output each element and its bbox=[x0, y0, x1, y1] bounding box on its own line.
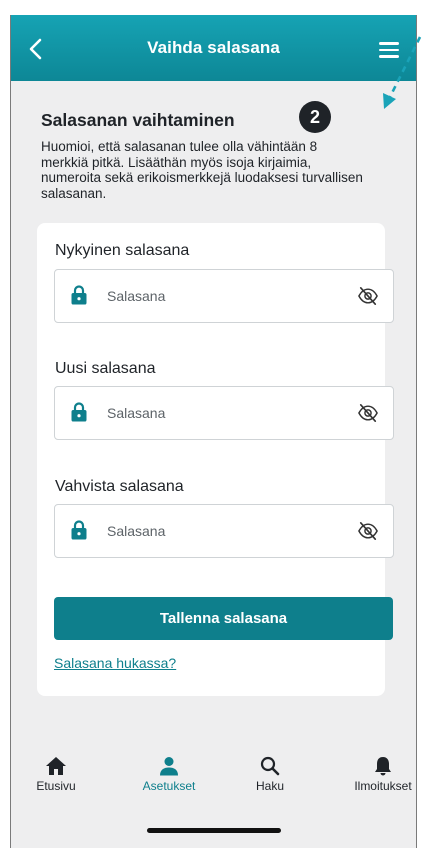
info-line: merkkiä pitkä. Lisääthän myös isoja kirj… bbox=[41, 154, 312, 170]
app-header: Vaihda salasana bbox=[11, 15, 416, 81]
password-info-text: Huomioi, että salasanan tulee olla vähin… bbox=[41, 139, 386, 201]
confirm-password-field[interactable] bbox=[54, 504, 394, 558]
tab-asetukset[interactable]: Asetukset bbox=[127, 756, 211, 793]
lock-icon bbox=[71, 402, 87, 422]
phone-screen: Vaihda salasana Salasanan vaihtaminen 2 … bbox=[10, 15, 417, 848]
tab-haku[interactable]: Haku bbox=[228, 756, 312, 793]
tab-label: Etusivu bbox=[36, 779, 76, 793]
new-password-field[interactable] bbox=[54, 386, 394, 440]
current-password-label: Nykyinen salasana bbox=[55, 242, 190, 259]
confirm-password-input[interactable] bbox=[107, 521, 337, 541]
tab-etusivu[interactable]: Etusivu bbox=[14, 756, 98, 793]
new-password-label: Uusi salasana bbox=[55, 360, 156, 377]
tab-label: Haku bbox=[255, 779, 284, 793]
section-title: Salasanan vaihtaminen bbox=[41, 110, 235, 130]
info-line: salasanan. bbox=[41, 185, 107, 201]
lock-icon bbox=[71, 285, 87, 305]
lock-icon bbox=[71, 520, 87, 540]
search-icon bbox=[260, 756, 280, 776]
user-icon bbox=[160, 757, 178, 776]
password-form-card: Nykyinen salasana Uusi salasana Vahvista… bbox=[37, 223, 394, 696]
tab-label: Ilmoitukset bbox=[354, 779, 412, 793]
current-password-field[interactable] bbox=[54, 269, 394, 323]
info-line: Huomioi, että salasanan tulee olla vähin… bbox=[41, 139, 318, 154]
info-line: numeroita sekä erikoismerkkejä luodakses… bbox=[41, 170, 363, 185]
eye-off-icon[interactable] bbox=[357, 521, 379, 541]
current-password-input[interactable] bbox=[107, 286, 337, 306]
home-icon bbox=[46, 757, 66, 775]
eye-off-icon[interactable] bbox=[357, 403, 379, 423]
home-indicator bbox=[147, 828, 281, 833]
tab-label: Asetukset bbox=[142, 779, 196, 793]
new-password-input[interactable] bbox=[107, 403, 337, 423]
annotation-arrow-icon bbox=[383, 36, 422, 109]
eye-off-icon[interactable] bbox=[357, 286, 379, 306]
confirm-password-label: Vahvista salasana bbox=[55, 478, 184, 495]
bottom-tab-bar: Etusivu Asetukset Haku Ilmoitukset bbox=[11, 756, 416, 816]
tab-ilmoitukset[interactable]: Ilmoitukset bbox=[341, 756, 416, 793]
step-badge: 2 bbox=[299, 101, 331, 133]
forgot-password-link[interactable]: Salasana hukassa? bbox=[54, 655, 176, 671]
save-password-button[interactable]: Tallenna salasana bbox=[54, 597, 393, 640]
bell-icon bbox=[375, 757, 391, 776]
page-title: Vaihda salasana bbox=[147, 38, 280, 57]
